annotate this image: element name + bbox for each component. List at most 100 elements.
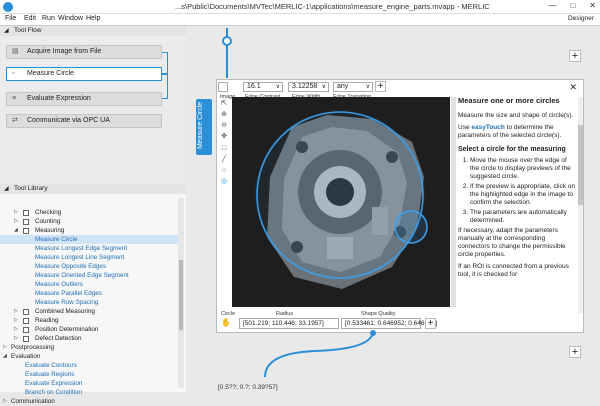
library-item[interactable]: Evaluate Expression [0, 379, 178, 388]
library-item[interactable]: Evaluate Contours [0, 361, 178, 370]
scrollbar-thumb[interactable] [179, 260, 183, 330]
library-item[interactable]: Measure Longest Edge Segment [0, 244, 178, 253]
flow-card-evaluate-expression[interactable]: ≡ Evaluate Expression [6, 92, 162, 106]
add-result-button[interactable]: + [425, 318, 436, 329]
expanded-triangle-icon[interactable]: ◢ [3, 352, 7, 361]
add-tool-button-bottom[interactable]: + [569, 346, 581, 358]
edge-contrast-field[interactable]: 16.1 ∨ [243, 82, 283, 92]
library-item-label: Postprocessing [11, 344, 55, 351]
chevron-down-icon: ∨ [275, 84, 280, 90]
library-item-label: Measuring [35, 227, 65, 234]
collapsed-triangle-icon[interactable]: ▷ [14, 334, 18, 343]
tool-library-header[interactable]: ◢ Tool Library [0, 184, 186, 194]
collapsed-triangle-icon[interactable]: ▷ [14, 307, 18, 316]
help-step: The parameters are automatically determi… [470, 209, 576, 225]
collapsed-triangle-icon[interactable]: ▷ [3, 343, 7, 352]
circle-result-label: Circle [221, 311, 236, 317]
pan-icon[interactable]: ✥ [220, 133, 228, 141]
scrollbar-thumb[interactable] [578, 125, 583, 205]
library-item[interactable]: ▷ Counting [0, 217, 178, 226]
menu-file[interactable]: File [5, 15, 16, 22]
maximize-button[interactable]: □ [570, 1, 575, 10]
library-item[interactable]: ▷ Combined Measuring [0, 307, 178, 316]
tool-library-scrollbar[interactable] [178, 198, 184, 388]
collapsed-triangle-icon[interactable]: ▷ [14, 316, 18, 325]
tool-flow-header[interactable]: ◢ Tool Flow [0, 26, 186, 36]
flow-card-measure-circle[interactable]: ▫ Measure Circle [6, 67, 162, 81]
library-item[interactable]: ▷ Communication [0, 397, 178, 406]
engine-part-image [232, 97, 450, 307]
library-item[interactable]: Measure Opposite Edges [0, 262, 178, 271]
flow-card-acquire-image[interactable]: ▤ Acquire Image from File [6, 45, 162, 59]
edge-transition-select[interactable]: any ∨ [333, 82, 373, 92]
collapsed-triangle-icon[interactable]: ▷ [14, 208, 18, 217]
library-item-label: Measure Longest Line Segment [35, 254, 125, 261]
image-scrollbar[interactable] [451, 97, 456, 307]
library-item[interactable]: Measure Row Spacing [0, 298, 178, 307]
library-item[interactable]: Measure Circle [0, 235, 178, 244]
edge-width-value: 3.12258 [292, 83, 318, 90]
menu-run[interactable]: Run [42, 15, 55, 22]
roi-circle-icon[interactable]: ○ [220, 167, 228, 175]
help-steps: Move the mouse over the edge of the circ… [458, 157, 576, 225]
collapsed-triangle-icon[interactable]: ▷ [14, 217, 18, 226]
library-item[interactable]: ▷ Reading [0, 316, 178, 325]
edge-transition-value: any [337, 83, 349, 90]
category-icon [23, 218, 29, 225]
measure-icon: ▫ [12, 70, 15, 77]
image-param-field[interactable] [218, 82, 228, 92]
zoom-out-icon[interactable]: ⊖ [220, 122, 228, 130]
library-item-label: Measure Oriented Edge Segment [35, 272, 129, 279]
edge-width-field[interactable]: 3.12258 ∨ [288, 82, 329, 92]
minimize-button[interactable]: — [548, 1, 556, 10]
library-item[interactable]: ◢ Measuring [0, 226, 178, 235]
library-item[interactable]: ◢ Evaluation [0, 352, 178, 361]
close-window-button[interactable]: ✕ [589, 1, 596, 10]
easytouch-icon[interactable]: ◎ [220, 178, 228, 186]
zoom-in-icon[interactable]: ⊕ [220, 111, 228, 119]
shape-quality-result-field[interactable]: [0.533461; 0.646952; 0.646604] [341, 318, 437, 329]
roi-rectangle-icon[interactable]: □ [220, 145, 228, 153]
output-connector [264, 330, 376, 378]
communication-icon: ⇄ [12, 117, 18, 124]
collapse-triangle-icon: ◢ [4, 186, 9, 192]
close-tool-icon[interactable]: ✕ [569, 82, 577, 93]
image-display[interactable] [232, 97, 450, 307]
library-item[interactable]: ▷ Postprocessing [0, 343, 178, 352]
menu-window[interactable]: Window [58, 15, 83, 22]
easytouch-link[interactable]: easyTouch [471, 124, 504, 131]
flow-card-communicate-opcua[interactable]: ⇄ Communicate via OPC UA [6, 114, 162, 128]
tool-flow-area: ▤ Acquire Image from File ▫ Measure Circ… [0, 36, 186, 186]
library-item[interactable]: ▷ Checking [0, 208, 178, 217]
connector-node[interactable] [222, 36, 232, 46]
library-item-label: Evaluate Contours [25, 362, 77, 369]
library-item[interactable]: Measure Longest Line Segment [0, 253, 178, 262]
help-para-2: If necessary, adapt the parameters manua… [458, 227, 566, 258]
library-item[interactable]: Measure Parallel Edges [0, 289, 178, 298]
tool-tab-measure-circle[interactable]: Measure Circle [196, 99, 212, 155]
flow-card-label: Evaluate Expression [27, 95, 91, 102]
menu-edit[interactable]: Edit [24, 15, 36, 22]
flow-connector-2 [162, 74, 168, 99]
flow-connector-1 [162, 52, 168, 74]
library-item[interactable]: Measure Outliers [0, 280, 178, 289]
library-item[interactable]: ▷ Defect Detection [0, 334, 178, 343]
library-item[interactable]: Evaluate Regions [0, 370, 178, 379]
fit-view-icon[interactable]: ⇱ [220, 100, 228, 108]
designer-mode-label[interactable]: Designer [568, 15, 594, 22]
library-item[interactable]: Branch on Condition [0, 388, 178, 397]
add-parameter-button[interactable]: + [375, 81, 386, 92]
library-item[interactable]: Measure Oriented Edge Segment [0, 271, 178, 280]
help-scrollbar[interactable] [578, 97, 583, 313]
flow-card-label: Acquire Image from File [27, 48, 102, 55]
next-tool-input-preview: [0.5??; 0.?; 0.39?57] [218, 384, 278, 391]
expanded-triangle-icon[interactable]: ◢ [14, 226, 18, 235]
collapsed-triangle-icon[interactable]: ▷ [3, 397, 7, 406]
radius-result-field[interactable]: [501.219; 110.446; 33.1957] [239, 318, 339, 329]
menu-help[interactable]: Help [86, 15, 100, 22]
collapsed-triangle-icon[interactable]: ▷ [14, 325, 18, 334]
add-tool-button-top[interactable]: + [569, 50, 581, 62]
roi-line-icon[interactable]: ╱ [220, 156, 228, 164]
library-item[interactable]: ▷ Position Determination [0, 325, 178, 334]
hand-tool-icon[interactable]: ✋ [221, 318, 233, 329]
